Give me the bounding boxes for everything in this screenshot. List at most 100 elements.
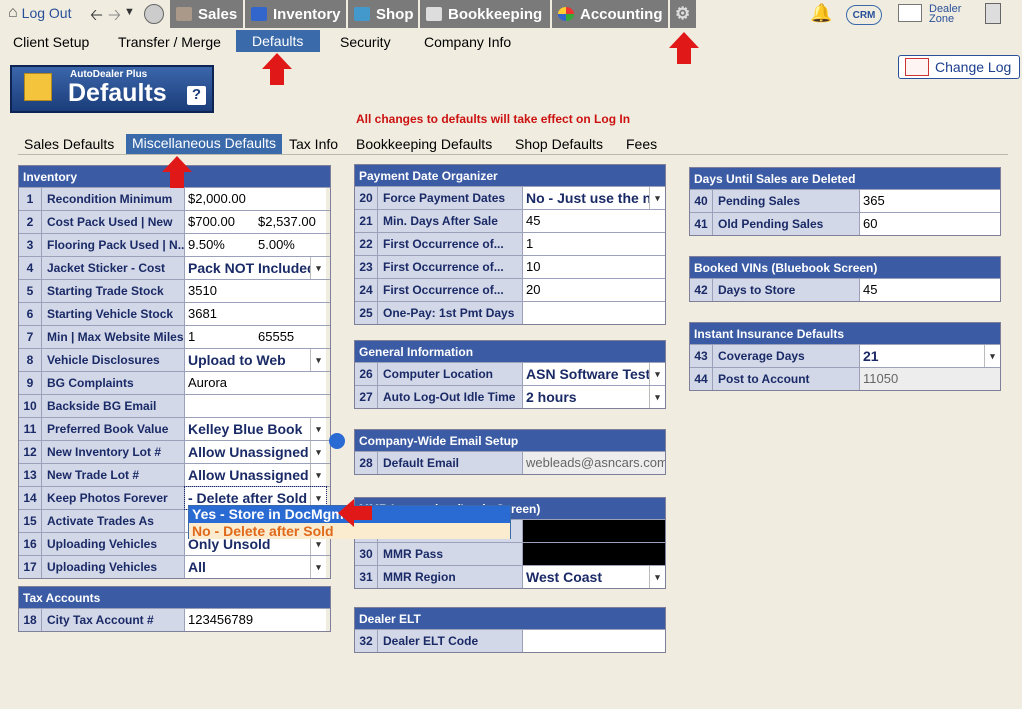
module-sales[interactable]: Sales [170, 0, 245, 28]
nav-security[interactable]: Security [340, 34, 391, 50]
setting-value-3-v2[interactable]: 5.00% [255, 234, 326, 256]
email-link-icon[interactable] [329, 433, 345, 449]
calculator-icon[interactable] [985, 3, 1001, 24]
back-arrow-icon[interactable]: 🡠 [90, 4, 103, 31]
change-log-button[interactable]: Change Log [898, 55, 1020, 79]
tab-miscellaneous-defaults[interactable]: Miscellaneous Defaults [126, 134, 282, 154]
history-dropdown-icon[interactable]: ▼ [124, 6, 135, 18]
setting-value-17-v1[interactable]: All ▾ [185, 556, 326, 578]
dropdown-arrow-icon[interactable]: ▾ [310, 464, 326, 486]
setting-value-13-v1[interactable]: Allow Unassigned ▾ [185, 464, 326, 486]
setting-row-21: 21 Min. Days After Sale 45 [355, 209, 665, 232]
setting-label: Cost Pack Used | New [42, 211, 185, 233]
user-avatar-icon[interactable] [144, 4, 164, 24]
setting-row-44: 44 Post to Account 11050 [690, 367, 1000, 390]
setting-value-28-v1[interactable]: webleads@asncars.com [523, 452, 665, 474]
setting-value-7-v2[interactable]: 65555 [255, 326, 326, 348]
setting-value-29-v1[interactable] [523, 520, 665, 542]
dropdown-arrow-icon[interactable]: ▾ [649, 386, 665, 408]
setting-value-40-v1[interactable]: 365 [860, 190, 1000, 212]
setting-label: Activate Trades As [42, 510, 185, 532]
logo-title: Defaults [68, 79, 167, 107]
setting-value-22-v1[interactable]: 1 [523, 233, 665, 255]
setting-row-30: 30 MMR Pass [355, 542, 665, 565]
tab-shop-defaults[interactable]: Shop Defaults [515, 136, 603, 152]
nav-company-info[interactable]: Company Info [424, 34, 511, 50]
setting-value-31-v1[interactable]: West Coast ▾ [523, 566, 665, 588]
forward-arrow-icon[interactable]: 🡢 [108, 4, 121, 31]
logout-button[interactable]: ⌂ Log Out [8, 4, 72, 22]
setting-value-7-v1[interactable]: 1 [185, 326, 255, 348]
setting-value-30-v1[interactable] [523, 543, 665, 565]
setting-value-4-v1[interactable]: Pack NOT Included ▾ [185, 257, 326, 279]
setting-value-25-v1[interactable] [523, 302, 665, 324]
setting-label: Post to Account [713, 368, 860, 390]
crm-button[interactable]: CRM [846, 5, 882, 25]
tab-sales-defaults[interactable]: Sales Defaults [24, 136, 114, 152]
setting-value-42-v1[interactable]: 45 [860, 279, 1000, 301]
dropdown-arrow-icon[interactable]: ▾ [649, 363, 665, 385]
settings-button[interactable]: ⚙ [670, 0, 698, 28]
dropdown-arrow-icon[interactable]: ▾ [984, 345, 1000, 367]
setting-value-18-v1[interactable]: 123456789 [185, 609, 326, 631]
setting-value-8-v1[interactable]: Upload to Web ▾ [185, 349, 326, 371]
module-shop[interactable]: Shop [348, 0, 420, 28]
setting-label: Min. Days After Sale [378, 210, 523, 232]
setting-row-24: 24 First Occurrence of... 20 [355, 278, 665, 301]
dropdown-arrow-icon[interactable]: ▾ [310, 349, 326, 371]
tab-bookkeeping-defaults[interactable]: Bookkeeping Defaults [356, 136, 492, 152]
setting-label: Vehicle Disclosures [42, 349, 185, 371]
setting-value-9-v1[interactable]: Aurora [185, 372, 326, 394]
setting-label: Preferred Book Value [42, 418, 185, 440]
setting-value-2-v1[interactable]: $700.00 [185, 211, 255, 233]
setting-label: Default Email [378, 452, 523, 474]
dropdown-arrow-icon[interactable]: ▾ [310, 257, 326, 279]
module-bookkeeping[interactable]: Bookkeeping [420, 0, 552, 28]
module-accounting[interactable]: Accounting [552, 0, 670, 28]
setting-value-5-v1[interactable]: 3510 [185, 280, 326, 302]
setting-value-43-v1[interactable]: 21 ▾ [860, 345, 1000, 367]
setting-value-44-v1[interactable]: 11050 [860, 368, 1000, 390]
setting-label: MMR Pass [378, 543, 523, 565]
dealer-zone-icon[interactable] [898, 4, 922, 22]
setting-value-23-v1[interactable]: 10 [523, 256, 665, 278]
nav-defaults[interactable]: Defaults [236, 30, 320, 52]
setting-row-41: 41 Old Pending Sales 60 [690, 212, 1000, 235]
setting-value-41-v1[interactable]: 60 [860, 213, 1000, 235]
dropdown-arrow-icon[interactable]: ▾ [310, 556, 326, 578]
row-number: 4 [19, 257, 42, 279]
setting-value-6-v1[interactable]: 3681 [185, 303, 326, 325]
dropdown-arrow-icon[interactable]: ▾ [649, 187, 665, 209]
setting-value-32-v1[interactable] [523, 630, 665, 652]
setting-value-24-v1[interactable]: 20 [523, 279, 665, 301]
setting-value-21-v1[interactable]: 45 [523, 210, 665, 232]
setting-value-2-v2[interactable]: $2,537.00 [255, 211, 326, 233]
tab-fees[interactable]: Fees [626, 136, 657, 152]
car-icon [251, 7, 267, 21]
tab-tax-info[interactable]: Tax Info [289, 136, 338, 152]
dropdown-arrow-icon[interactable]: ▾ [649, 566, 665, 588]
setting-label: Keep Photos Forever [42, 487, 185, 509]
setting-value-26-v1[interactable]: ASN Software Test ▾ [523, 363, 665, 385]
nav-client-setup[interactable]: Client Setup [13, 34, 89, 50]
row-number: 12 [19, 441, 42, 463]
setting-value-10-v1[interactable] [185, 395, 326, 417]
instant-insurance-panel: Instant Insurance Defaults 43 Coverage Da… [689, 322, 1001, 391]
setting-value-12-v1[interactable]: Allow Unassigned ▾ [185, 441, 326, 463]
help-icon[interactable]: ? [187, 86, 206, 105]
tax-accounts-panel: Tax Accounts 18 City Tax Account #1234567… [18, 586, 331, 632]
setting-value-27-v1[interactable]: 2 hours ▾ [523, 386, 665, 408]
dropdown-arrow-icon[interactable]: ▾ [310, 441, 326, 463]
dropdown-arrow-icon[interactable]: ▾ [310, 418, 326, 440]
setting-value-1-v1[interactable]: $2,000.00 [185, 188, 326, 210]
setting-row-31: 31 MMR Region West Coast ▾ [355, 565, 665, 588]
setting-value-11-v1[interactable]: Kelley Blue Book ▾ [185, 418, 326, 440]
setting-value-20-v1[interactable]: No - Just use the nu ▾ [523, 187, 665, 209]
row-number: 2 [19, 211, 42, 233]
dealer-zone-label[interactable]: Dealer Zone [929, 4, 961, 25]
setting-value-3-v1[interactable]: 9.50% [185, 234, 255, 256]
setting-row-26: 26 Computer Location ASN Software Test ▾ [355, 362, 665, 385]
nav-transfer-merge[interactable]: Transfer / Merge [118, 34, 221, 50]
module-inventory[interactable]: Inventory [245, 0, 348, 28]
bell-icon[interactable]: 🔔 [810, 3, 832, 24]
